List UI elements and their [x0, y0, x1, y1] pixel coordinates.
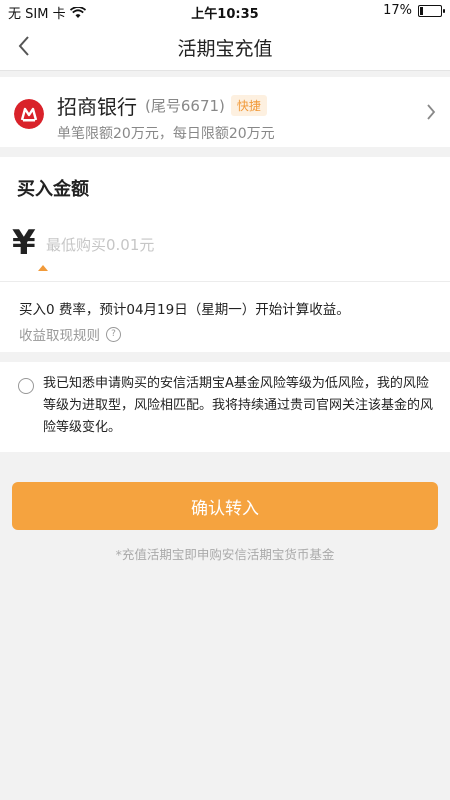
cursor-marker-icon — [38, 265, 48, 271]
fee-and-earnings-text: 买入0 费率，预计04月19日（星期一）开始计算收益。 — [19, 302, 350, 318]
bank-card-selector[interactable]: 招商银行 (尾号6671) 快捷 单笔限额20万元，每日限额20万元 — [0, 77, 450, 147]
status-right: 17% — [383, 3, 445, 18]
bank-select-chevron[interactable] — [426, 103, 436, 125]
amount-section: 买入金额 ¥ — [0, 157, 450, 282]
agreement-radio[interactable] — [18, 378, 34, 394]
bank-name-row: 招商银行 (尾号6671) 快捷 — [57, 91, 267, 120]
question-icon: ? — [106, 326, 121, 342]
nav-bar: 活期宝充值 — [0, 22, 450, 71]
amount-label: 买入金额 — [17, 179, 89, 200]
amount-input[interactable] — [46, 233, 426, 257]
bank-card-tail: (尾号6671) — [145, 97, 225, 115]
withdraw-rule-link[interactable]: 收益取现规则 ? — [19, 324, 121, 344]
footnote-text: *充值活期宝即申购安信活期宝货币基金 — [115, 547, 335, 562]
chevron-right-icon — [427, 104, 436, 120]
bank-limit-text: 单笔限额20万元，每日限额20万元 — [57, 126, 275, 142]
bank-name: 招商银行 — [57, 95, 137, 119]
battery-icon — [418, 4, 445, 17]
withdraw-rule-label: 收益取现规则 — [19, 328, 100, 344]
currency-symbol: ¥ — [12, 223, 36, 263]
battery-fill — [420, 6, 423, 15]
risk-agreement-text: 我已知悉申请购买的安信活期宝A基金风险等级为低风险，我的风险等级为进取型，风险相… — [43, 376, 434, 435]
page-title: 活期宝充值 — [177, 38, 273, 60]
battery-percent: 17% — [383, 3, 412, 18]
bank-logo-icon — [14, 99, 44, 129]
status-bar: 无 SIM 卡 上午10:35 17% — [0, 0, 450, 22]
quick-pay-badge: 快捷 — [230, 95, 267, 116]
earnings-info-section: 买入0 费率，预计04月19日（星期一）开始计算收益。 收益取现规则 ? — [0, 282, 450, 352]
confirm-transfer-button[interactable]: 确认转入 — [12, 482, 438, 530]
risk-agreement-section: 我已知悉申请购买的安信活期宝A基金风险等级为低风险，我的风险等级为进取型，风险相… — [0, 362, 450, 452]
